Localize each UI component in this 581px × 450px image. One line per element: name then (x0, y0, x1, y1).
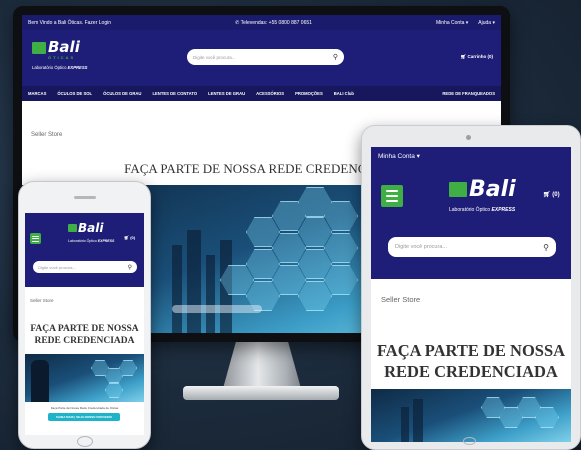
bali-logo[interactable]: Bali Laboratório Óptico EXPRESS (68, 222, 114, 243)
learn-more-button[interactable]: SAIBA MAIS | SEJA NOSSO PARCEIRO (48, 413, 120, 421)
search-input[interactable]: Digite você procura... ⚲ (187, 49, 344, 65)
help-menu[interactable]: Ajuda ▾ (478, 20, 495, 26)
search-icon[interactable]: ⚲ (333, 53, 338, 61)
nav-item[interactable]: LENTES DE CONTATO (152, 91, 197, 96)
phone-device: Bali Laboratório Óptico EXPRESS 🛒︎ (0) D… (18, 181, 151, 449)
nav-item[interactable]: ÓCULOS DE SOL (57, 91, 92, 96)
main-nav: MARCAS ÓCULOS DE SOL ÓCULOS DE GRAU LENT… (22, 86, 501, 101)
seller-store-label: Seller Store (381, 295, 421, 304)
logo-glasses-icon (68, 224, 77, 232)
hamburger-menu-icon[interactable] (30, 233, 41, 244)
tablet-camera (466, 135, 471, 140)
nav-item-franchise[interactable]: REDE DE FRANQUEADOS (442, 91, 495, 96)
search-icon[interactable]: ⚲ (128, 264, 132, 271)
hero-banner[interactable] (25, 354, 144, 402)
account-menu[interactable]: Minha Conta ▾ (378, 152, 420, 160)
phone-header: Bali Laboratório Óptico EXPRESS 🛒︎ (0) D… (25, 213, 144, 287)
seller-store-label: Seller Store (30, 298, 54, 303)
site-header: Bali ÓTICAS Laboratório Óptico EXPRESS D… (22, 30, 501, 86)
tablet-device: Minha Conta ▾ Bali Laboratório Óptico EX… (361, 125, 581, 450)
phone-home-button[interactable] (77, 436, 93, 447)
person-silhouette (31, 360, 49, 402)
phone-screen: Bali Laboratório Óptico EXPRESS 🛒︎ (0) D… (25, 213, 144, 435)
search-input[interactable]: Digite você procura... ⚲ (33, 261, 137, 273)
welcome-login-link[interactable]: Bem Vindo a Bali Óticas. Fazer Login (28, 20, 111, 26)
cart-button[interactable]: 🛒︎ (0) (124, 235, 135, 240)
phone-speaker (74, 196, 96, 199)
cart-icon: 🛒︎ (543, 192, 553, 198)
nav-item[interactable]: ACESSÓRIOS (256, 91, 284, 96)
monitor-base (183, 386, 339, 400)
nav-item[interactable]: MARCAS (28, 91, 46, 96)
seller-store-label: Seller Store (31, 132, 63, 138)
top-bar: Bem Vindo a Bali Óticas. Fazer Login ✆ T… (22, 15, 501, 30)
nav-item[interactable]: BALI Club (334, 91, 354, 96)
bali-logo[interactable]: Bali ÓTICAS Laboratório Óptico EXPRESS (32, 40, 87, 70)
phone-number: ✆ Televendas: +55 0800 887 0651 (235, 19, 312, 26)
hamburger-menu-icon[interactable] (381, 185, 403, 207)
cart-button[interactable]: 🛒︎ (0) (543, 191, 560, 198)
search-icon[interactable]: ⚲ (543, 243, 549, 252)
banner-caption: Faça Parte da Nossa Rede Credenciada de … (50, 406, 119, 410)
nav-item[interactable]: ÓCULOS DE GRAU (103, 91, 141, 96)
nav-item[interactable]: LENTES DE GRAU (208, 91, 245, 96)
cart-button[interactable]: 🛒︎ Carrinho (0) (461, 54, 493, 60)
hero-banner[interactable] (371, 389, 571, 442)
tablet-screen: Minha Conta ▾ Bali Laboratório Óptico EX… (371, 147, 571, 442)
monitor-stand (222, 340, 302, 392)
search-input[interactable]: Digite você procura... ⚲ (388, 237, 556, 257)
account-menu[interactable]: Minha Conta ▾ (436, 20, 468, 26)
nav-item[interactable]: PROMOÇÕES (295, 91, 323, 96)
logo-glasses-icon (449, 182, 467, 197)
bali-logo[interactable]: Bali Laboratório Óptico EXPRESS (449, 179, 516, 213)
banner-title: FAÇA PARTE DE NOSSA REDE CREDENCIADA (30, 324, 139, 346)
tablet-home-button[interactable] (463, 437, 476, 445)
logo-glasses-icon (32, 42, 46, 54)
tablet-header: Minha Conta ▾ Bali Laboratório Óptico EX… (371, 147, 571, 279)
banner-title: FAÇA PARTE DE NOSSA REDE CREDENCIADA (376, 341, 566, 381)
